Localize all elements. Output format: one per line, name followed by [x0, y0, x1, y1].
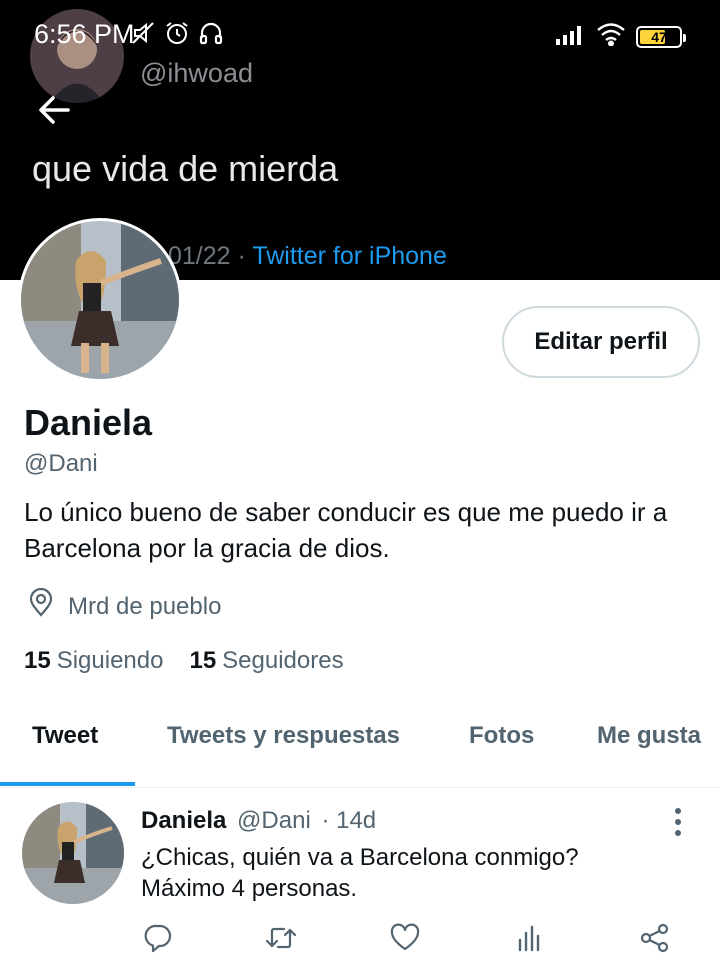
- tab-photos[interactable]: Fotos: [469, 722, 534, 750]
- battery-level: 47: [651, 28, 667, 45]
- status-icons-right: 47: [554, 22, 686, 51]
- arrow-left-icon: [36, 92, 72, 133]
- followers-label: Seguidores: [222, 647, 344, 674]
- reply-icon: [141, 922, 173, 959]
- analytics-button[interactable]: [512, 922, 548, 958]
- battery-icon: 47: [636, 25, 686, 48]
- like-button[interactable]: [387, 922, 423, 958]
- headphones-icon: [198, 20, 224, 51]
- banner-tweet-meta: 01/22 · Twitter for iPhone: [168, 242, 447, 271]
- following-label: Siguiendo: [56, 647, 164, 674]
- retweet-icon: [264, 922, 298, 959]
- signal-icon: [554, 23, 586, 50]
- share-icon: [639, 922, 671, 959]
- tab-likes[interactable]: Me gusta: [597, 722, 701, 750]
- tweet-text: ¿Chicas, quién va a Barcelona conmigo? M…: [141, 842, 661, 904]
- alarm-icon: [164, 20, 190, 51]
- profile-tabs: Tweet Tweets y respuestas Fotos Me gusta: [0, 700, 720, 788]
- tweet-author-handle: @Dani: [237, 807, 311, 834]
- status-icons-left: [130, 20, 224, 51]
- tweet-avatar[interactable]: [22, 802, 124, 904]
- tweet-time: · 14d: [321, 807, 377, 834]
- profile-display-name: Daniela: [24, 402, 153, 443]
- follow-stats: 15 Siguiendo 15 Seguidores: [24, 647, 344, 675]
- map-pin-icon: [26, 587, 56, 625]
- banner-source: Twitter for iPhone: [252, 242, 447, 270]
- edit-profile-button[interactable]: Editar perfil: [502, 306, 700, 378]
- profile-location: Mrd de pueblo: [26, 587, 222, 625]
- profile-bio: Lo único bueno de saber conducir es que …: [24, 497, 668, 563]
- tweet-text-line: Máximo 4 personas.: [141, 875, 358, 902]
- tweet-header: Daniela @Dani · 14d: [141, 807, 376, 835]
- mute-icon: [130, 20, 156, 51]
- following-count: 15: [24, 647, 51, 674]
- followers-count: 15: [189, 647, 217, 674]
- profile-username: @Dani: [24, 450, 98, 477]
- banner-date: 01/22: [168, 242, 231, 270]
- tab-tweets[interactable]: Tweet: [32, 722, 98, 750]
- status-bar: 6:56 PM 47: [0, 0, 720, 70]
- tweet-actions: [0, 922, 720, 962]
- tweet-item[interactable]: Daniela @Dani · 14d ¿Chicas, quién va a …: [0, 790, 720, 964]
- location-text: Mrd de pueblo: [68, 592, 222, 620]
- heart-icon: [389, 922, 421, 959]
- tweet-author-name[interactable]: Daniela: [141, 807, 226, 834]
- followers-link[interactable]: 15 Seguidores: [189, 647, 343, 675]
- status-time: 6:56 PM: [34, 19, 135, 49]
- tab-tweets-replies[interactable]: Tweets y respuestas: [167, 722, 400, 750]
- more-options-icon[interactable]: [664, 806, 692, 838]
- back-button[interactable]: [34, 92, 74, 132]
- tweet-text-line: ¿Chicas, quién va a Barcelona conmigo?: [141, 844, 579, 871]
- following-link[interactable]: 15 Siguiendo: [24, 647, 163, 675]
- retweet-button[interactable]: [263, 922, 299, 958]
- share-button[interactable]: [637, 922, 673, 958]
- profile-avatar[interactable]: [18, 218, 182, 382]
- banner-tweet-text: que vida de mierda: [32, 148, 339, 189]
- analytics-icon: [514, 922, 546, 959]
- wifi-icon: [596, 22, 626, 51]
- banner-separator: ·: [230, 242, 253, 270]
- tab-active-indicator: [0, 782, 135, 786]
- reply-button[interactable]: [139, 922, 175, 958]
